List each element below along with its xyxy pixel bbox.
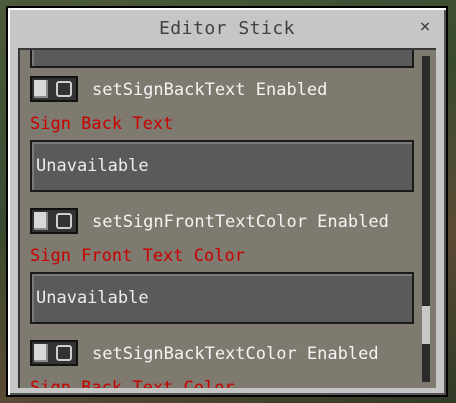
section-label-sign-back-text-color: Sign Back Text Color <box>30 378 235 388</box>
editor-window: Editor Stick × setSignBackText Enabled S… <box>6 6 448 397</box>
toggle-set-sign-back-text[interactable] <box>30 76 78 102</box>
close-icon[interactable]: × <box>414 16 436 38</box>
settings-panel: setSignBackText Enabled Sign Back Text U… <box>18 48 436 388</box>
scroll-area[interactable]: setSignBackText Enabled Sign Back Text U… <box>20 50 414 388</box>
field-value: Unavailable <box>36 288 149 308</box>
window-title: Editor Stick <box>158 18 296 39</box>
toggle-knob <box>34 80 48 98</box>
sign-back-text-field[interactable]: Unavailable <box>30 140 414 192</box>
section-label-sign-back-text: Sign Back Text <box>30 114 174 134</box>
toggle-off-indicator <box>56 213 72 229</box>
toggle-knob <box>34 212 48 230</box>
toggle-knob <box>34 344 48 362</box>
field-value: Unavailable <box>36 156 149 176</box>
previous-value-field[interactable] <box>30 50 414 68</box>
toggle-off-indicator <box>56 345 72 361</box>
toggle-label-set-sign-back-text-color: setSignBackTextColor Enabled <box>92 344 379 364</box>
toggle-set-sign-front-text-color[interactable] <box>30 208 78 234</box>
toggle-off-indicator <box>56 81 72 97</box>
scrollbar-thumb[interactable] <box>422 306 430 344</box>
toggle-set-sign-back-text-color[interactable] <box>30 340 78 366</box>
title-bar: Editor Stick × <box>8 8 446 50</box>
toggle-label-set-sign-back-text: setSignBackText Enabled <box>92 80 328 100</box>
sign-front-text-color-field[interactable]: Unavailable <box>30 272 414 324</box>
toggle-label-set-sign-front-text-color: setSignFrontTextColor Enabled <box>92 212 389 232</box>
section-label-sign-front-text-color: Sign Front Text Color <box>30 246 245 266</box>
